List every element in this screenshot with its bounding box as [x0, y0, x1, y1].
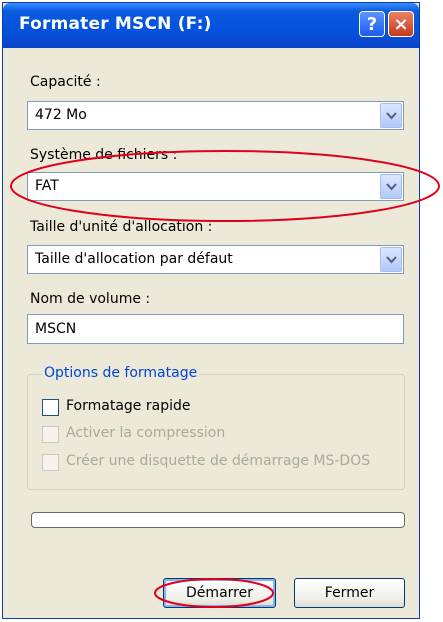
- compression-label: Activer la compression: [66, 425, 226, 441]
- close-icon: ×: [393, 14, 409, 35]
- quick-format-checkbox[interactable]: [42, 399, 59, 416]
- volume-name-value: MSCN: [35, 321, 77, 337]
- allocation-value: Taille d'allocation par défaut: [35, 251, 233, 267]
- close-button[interactable]: ×: [388, 11, 414, 37]
- quick-format-label[interactable]: Formatage rapide: [66, 398, 190, 414]
- compression-checkbox: [42, 426, 59, 443]
- help-icon: ?: [366, 14, 378, 35]
- capacity-value: 472 Mo: [35, 107, 87, 123]
- filesystem-select[interactable]: FAT: [27, 172, 404, 201]
- filesystem-value: FAT: [35, 178, 59, 194]
- chevron-down-icon[interactable]: [380, 247, 402, 272]
- capacity-select[interactable]: 472 Mo: [27, 101, 404, 130]
- format-progress-bar: [31, 512, 405, 528]
- chevron-down-icon[interactable]: [380, 103, 402, 128]
- msdos-disk-label: Créer une disquette de démarrage MS-DOS: [66, 453, 371, 469]
- chevron-down-icon[interactable]: [380, 174, 402, 199]
- close-dialog-button[interactable]: Fermer: [294, 578, 405, 608]
- window-title: Formater MSCN (F:): [19, 14, 212, 34]
- filesystem-label: Système de fichiers :: [30, 147, 178, 163]
- capacity-label: Capacité :: [30, 74, 101, 90]
- allocation-label: Taille d'unité d'allocation :: [30, 219, 213, 235]
- format-options-title: Options de formatage: [42, 365, 200, 381]
- volume-name-input[interactable]: MSCN: [27, 314, 404, 344]
- help-button[interactable]: ?: [359, 11, 385, 37]
- title-bar[interactable]: Formater MSCN (F:) ? ×: [3, 3, 419, 48]
- allocation-select[interactable]: Taille d'allocation par défaut: [27, 245, 404, 274]
- msdos-disk-checkbox: [42, 454, 59, 471]
- volume-label: Nom de volume :: [30, 291, 151, 307]
- start-button[interactable]: Démarrer: [163, 578, 276, 608]
